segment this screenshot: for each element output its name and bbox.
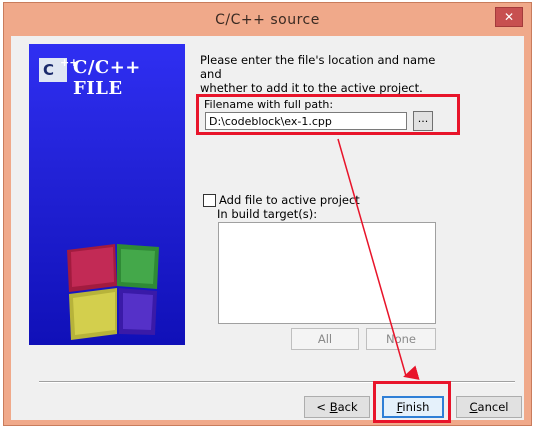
close-icon: ✕ [503,10,515,24]
annotation-arrow-icon [337,138,420,380]
dialog-window: C/C++ source ✕ C ++ C/C++ FILE Please en… [3,2,532,426]
close-button[interactable]: ✕ [495,7,523,27]
title-bar[interactable]: C/C++ source ✕ [4,3,531,39]
window-title: C/C++ source [215,12,320,28]
dialog-body: C ++ C/C++ FILE Please enter the file's … [11,36,524,423]
